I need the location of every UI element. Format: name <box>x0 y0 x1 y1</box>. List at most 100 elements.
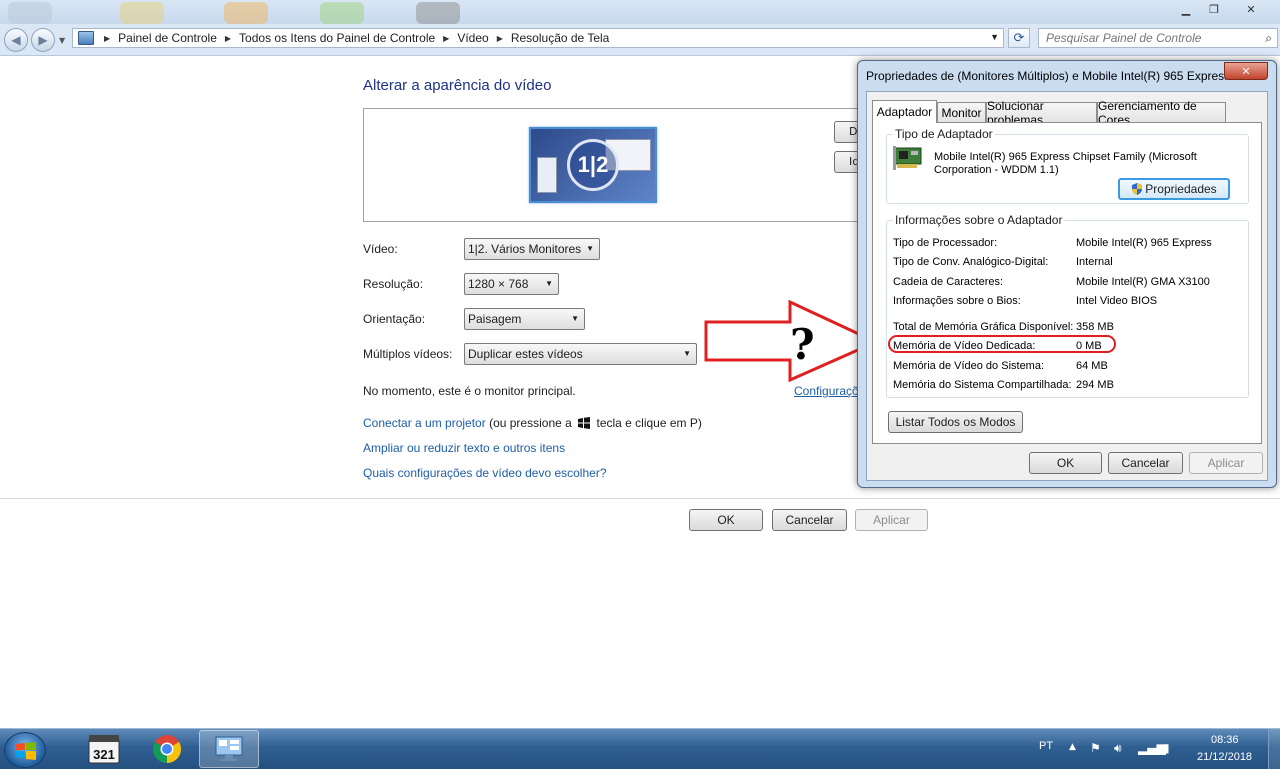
advanced-settings-link[interactable]: Configurações avançadas <box>794 384 858 398</box>
adapter-properties-dialog: Propriedades de (Monitores Múltiplos) e … <box>857 60 1277 488</box>
volume-icon[interactable]: 🔊︎ <box>1114 741 1122 756</box>
chevron-down-icon: ▼ <box>571 314 579 323</box>
list-all-modes-button[interactable]: Listar Todos os Modos <box>888 411 1023 433</box>
cancel-button[interactable]: Cancelar <box>772 509 847 531</box>
display-settings-icon <box>215 736 243 761</box>
forward-button[interactable]: ▶ <box>31 28 55 52</box>
search-box[interactable]: ⌕ <box>1038 28 1278 48</box>
memory-label: Memória de Vídeo do Sistema: <box>893 360 1045 372</box>
breadcrumb-screen-resolution[interactable]: Resolução de Tela <box>511 31 610 45</box>
faded-desktop-icon <box>120 2 164 24</box>
info-row-bios: Informações sobre o Bios: Intel Video BI… <box>893 295 1263 307</box>
control-panel-icon <box>78 31 94 45</box>
window-thumbnail <box>537 157 557 193</box>
dialog-apply-button[interactable]: Aplicar <box>1189 452 1263 474</box>
video-select[interactable]: 1|2. Vários Monitores ▼ <box>464 238 600 260</box>
resolution-select[interactable]: 1280 × 768 ▼ <box>464 273 559 295</box>
info-row-dac: Tipo de Conv. Analógico-Digital: Interna… <box>893 256 1263 268</box>
apply-button[interactable]: Aplicar <box>855 509 928 531</box>
multiple-displays-label: Múltiplos vídeos: <box>363 347 453 361</box>
recent-pages-dropdown-icon[interactable]: ▼ <box>59 36 65 45</box>
adapter-info-title: Informações sobre o Adaptador <box>893 213 1065 227</box>
refresh-button[interactable]: ⟳ <box>1008 28 1030 48</box>
adapter-type-title: Tipo de Adaptador <box>893 127 995 141</box>
memory-label: Total de Memória Gráfica Disponível: <box>893 321 1074 333</box>
monitor-number-badge: 1|2 <box>567 139 619 191</box>
taskbar-display-settings[interactable] <box>199 730 259 768</box>
multiple-displays-select-value: Duplicar estes vídeos <box>468 347 583 361</box>
faded-desktop-icon <box>224 2 268 24</box>
address-box[interactable]: ▶ Painel de Controle ▶ Todos os Itens do… <box>72 28 1004 48</box>
restore-icon[interactable]: ❐ <box>1200 0 1228 18</box>
monitor-preview-icon[interactable]: 1|2 <box>529 127 657 203</box>
chevron-down-icon: ▼ <box>683 349 691 358</box>
orientation-select[interactable]: Paisagem ▼ <box>464 308 585 330</box>
adapter-properties-label: Propriedades <box>1145 182 1217 196</box>
memory-label: Memória do Sistema Compartilhada: <box>893 379 1072 391</box>
media-player-classic-icon: 321 <box>88 735 120 764</box>
search-icon[interactable]: ⌕ <box>1265 31 1272 46</box>
dialog-ok-button[interactable]: OK <box>1029 452 1102 474</box>
taskbar-mpc[interactable]: 321 <box>74 730 134 768</box>
tab-monitor[interactable]: Monitor <box>937 102 986 122</box>
tab-adapter[interactable]: Adaptador <box>872 100 937 123</box>
adapter-info-group: Informações sobre o Adaptador Tipo de Pr… <box>886 213 1249 398</box>
windows-key-icon <box>578 417 591 429</box>
window-titlebar: ▁ ❐ ✕ <box>0 0 1280 24</box>
info-row-processor: Tipo de Processador: Mobile Intel(R) 965… <box>893 237 1263 249</box>
adapter-properties-button[interactable]: Propriedades <box>1118 178 1230 200</box>
faded-desktop-icon <box>8 2 52 24</box>
start-button[interactable] <box>4 732 46 768</box>
chevron-right-icon[interactable]: ▶ <box>104 34 110 43</box>
video-select-value: 1|2. Vários Monitores <box>468 242 582 256</box>
taskbar: 321 PT ▲ ⚑ 🔊︎ ▂▄▆ ▮ 08:36 21/12/2018 <box>0 728 1280 769</box>
ok-button[interactable]: OK <box>689 509 763 531</box>
memory-row-system-video: Memória de Vídeo do Sistema: 64 MB <box>893 360 1263 372</box>
clock-date[interactable]: 21/12/2018 <box>1197 751 1252 763</box>
orientation-select-value: Paisagem <box>468 312 522 326</box>
clock-time[interactable]: 08:36 <box>1211 734 1239 746</box>
dialog-close-icon[interactable]: ✕ <box>1224 62 1268 80</box>
projector-line: Conectar a um projetor (ou pressione a t… <box>363 416 702 430</box>
action-center-icon[interactable]: ⚑ <box>1090 741 1101 755</box>
memory-value: 358 MB <box>1076 321 1114 333</box>
chevron-right-icon[interactable]: ▶ <box>225 34 231 43</box>
breadcrumb-all-items[interactable]: Todos os Itens do Painel de Controle <box>239 31 435 45</box>
connect-projector-link[interactable]: Conectar a um projetor <box>363 416 486 430</box>
search-input[interactable] <box>1039 29 1249 47</box>
info-value: Intel Video BIOS <box>1076 295 1158 307</box>
back-button[interactable]: ◀ <box>4 28 28 52</box>
adapter-name: Mobile Intel(R) 965 Express Chipset Fami… <box>934 151 1197 176</box>
primary-monitor-note: No momento, este é o monitor principal. <box>363 384 576 398</box>
tab-color-management[interactable]: Gerenciamento de Cores <box>1097 99 1226 127</box>
projector-hint-a: (ou pressione a <box>489 416 572 430</box>
show-hidden-icons-icon[interactable]: ▲ <box>1069 742 1076 752</box>
chevron-right-icon[interactable]: ▶ <box>497 34 503 43</box>
language-indicator[interactable]: PT <box>1039 740 1053 752</box>
adapter-tab-panel: Tipo de Adaptador Mobile Intel(R) 965 Ex… <box>872 122 1262 444</box>
projector-hint-b: tecla e clique em P) <box>596 416 702 430</box>
resolution-select-value: 1280 × 768 <box>468 277 529 291</box>
info-label: Tipo de Conv. Analógico-Digital: <box>893 256 1049 268</box>
breadcrumb-control-panel[interactable]: Painel de Controle <box>118 31 217 45</box>
network-signal-icon[interactable]: ▂▄▆ <box>1138 741 1166 755</box>
text-size-link[interactable]: Ampliar ou reduzir texto e outros itens <box>363 441 565 455</box>
info-value: Mobile Intel(R) GMA X3100 <box>1076 276 1210 288</box>
power-icon[interactable]: ▮ <box>1163 741 1170 755</box>
chevron-right-icon[interactable]: ▶ <box>443 34 449 43</box>
show-desktop-button[interactable] <box>1268 729 1280 769</box>
dialog-cancel-button[interactable]: Cancelar <box>1108 452 1183 474</box>
footer-separator <box>0 498 1280 499</box>
chevron-down-icon: ▼ <box>586 244 594 253</box>
dialog-title: Propriedades de (Monitores Múltiplos) e … <box>866 69 1226 83</box>
which-settings-link[interactable]: Quais configurações de vídeo devo escolh… <box>363 466 607 480</box>
minimize-icon[interactable]: ▁ <box>1172 0 1200 18</box>
address-dropdown-icon[interactable]: ▼ <box>990 32 999 42</box>
info-row-string: Cadeia de Caracteres: Mobile Intel(R) GM… <box>893 276 1263 288</box>
taskbar-chrome[interactable] <box>137 730 197 768</box>
close-icon[interactable]: ✕ <box>1228 0 1274 18</box>
tab-troubleshoot[interactable]: Solucionar problemas <box>986 99 1097 127</box>
multiple-displays-select[interactable]: Duplicar estes vídeos ▼ <box>464 343 697 365</box>
breadcrumb-video[interactable]: Vídeo <box>457 31 488 45</box>
chevron-down-icon: ▼ <box>545 279 553 288</box>
